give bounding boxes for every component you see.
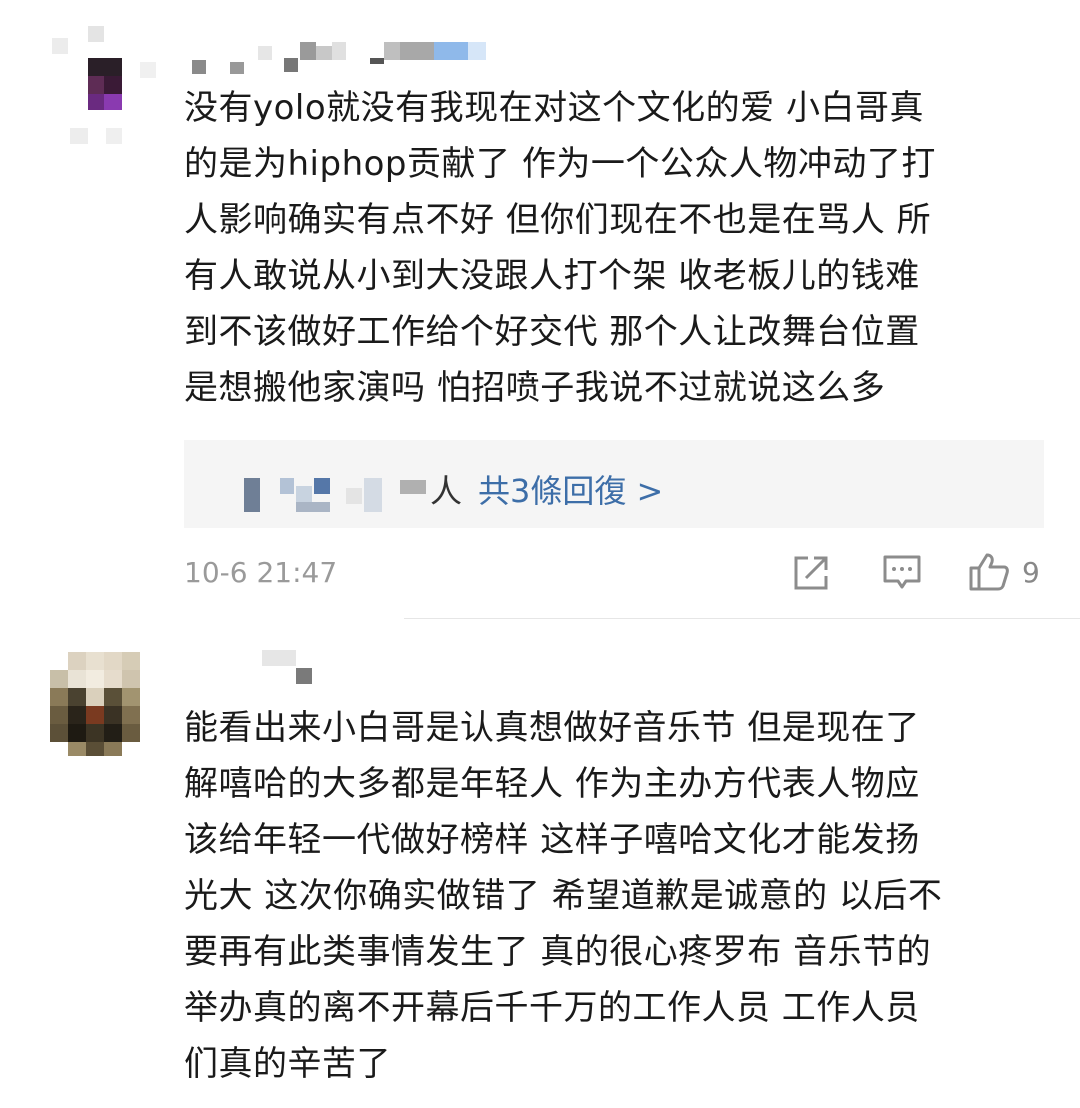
comment-icon[interactable]	[882, 554, 922, 592]
comment-line: 到不该做好工作给个好交代 那个人让改舞台位置	[184, 312, 920, 352]
timestamp: 10-6 21:47	[184, 556, 338, 589]
comment-line: 有人敢说从小到大没跟人打个架 收老板儿的钱难	[184, 256, 920, 296]
comment-line: 人影响确实有点不好 但你们现在不也是在骂人 所	[184, 200, 932, 240]
comment-line: 是想搬他家演吗 怕招喷子我说不过就说这么多	[184, 368, 886, 408]
comment-line: 的是为hiphop贡献了 作为一个公众人物冲动了打	[184, 144, 936, 184]
comment-line: 要再有此类事情发生了 真的很心疼罗布 音乐节的	[184, 932, 932, 972]
comment-line: 举办真的离不开幕后千千万的工作人员 工作人员	[184, 988, 920, 1028]
comment-line: 没有yolo就没有我现在对这个文化的爱 小白哥真	[184, 88, 924, 128]
comment-line: 光大 这次你确实做错了 希望道歉是诚意的 以后不	[184, 876, 943, 916]
like-count: 9	[1022, 556, 1040, 589]
comment-line: 该给年轻一代做好榜样 这样子嘻哈文化才能发扬	[184, 820, 920, 860]
replies-label: 人	[430, 472, 463, 510]
like-icon[interactable]	[968, 552, 1010, 592]
share-icon[interactable]	[792, 554, 830, 592]
comment-text: 能看出来小白哥是认真想做好音乐节 但是现在了 解嘻哈的大多都是年轻人 作为主办方…	[184, 700, 942, 1092]
comment-line: 们真的辛苦了	[184, 1044, 391, 1084]
comment-text: 没有yolo就没有我现在对这个文化的爱 小白哥真 的是为hiphop贡献了 作为…	[184, 80, 936, 416]
divider	[404, 618, 1080, 619]
comment-line: 解嘻哈的大多都是年轻人 作为主办方代表人物应	[184, 764, 920, 804]
comment-line: 能看出来小白哥是认真想做好音乐节 但是现在了	[184, 708, 920, 748]
replies-count-link[interactable]: 共3條回復 >	[478, 466, 663, 512]
